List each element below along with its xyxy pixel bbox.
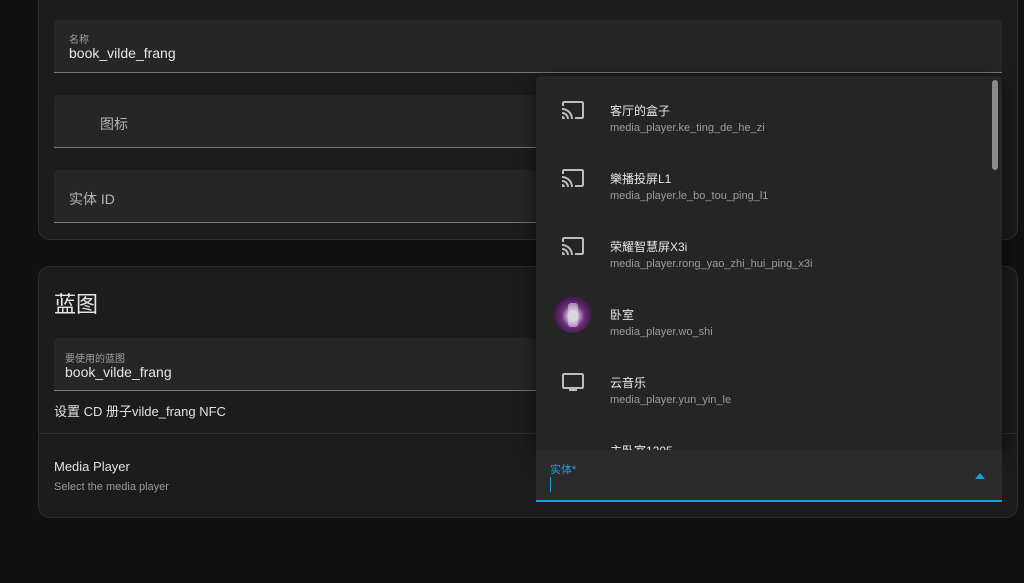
option-entity-id: media_player.le_bo_tou_ping_l1	[610, 190, 769, 202]
blueprint-select-value: book_vilde_frang	[65, 364, 172, 380]
entity-input-label: 实体*	[550, 464, 577, 476]
dropdown-option[interactable]: 云音乐 media_player.yun_yin_le	[536, 348, 988, 416]
cast-icon	[554, 159, 592, 197]
dropdown-option[interactable]: 樂播投屏L1 media_player.le_bo_tou_ping_l1	[536, 144, 988, 212]
media-player-subtitle: Select the media player	[54, 481, 169, 493]
entity-search-input[interactable]: 实体*	[536, 450, 1002, 502]
icon-field[interactable]: 图标	[54, 95, 536, 148]
caret-up-icon[interactable]	[973, 469, 987, 483]
name-field-value[interactable]: book_vilde_frang	[69, 45, 176, 61]
option-name: 主卧室1205	[610, 442, 673, 450]
option-name: 客厅的盒子	[610, 104, 671, 118]
blueprint-select[interactable]: 要使用的蓝图 book_vilde_frang	[54, 338, 536, 391]
text-caret	[550, 477, 551, 492]
option-name: 卧室	[610, 308, 635, 322]
dropdown-option[interactable]: 荣耀智慧屏X3i media_player.rong_yao_zhi_hui_p…	[536, 212, 988, 280]
cast-icon	[554, 91, 592, 129]
option-name: 荣耀智慧屏X3i	[610, 240, 688, 254]
option-entity-id: media_player.ke_ting_de_he_zi	[610, 122, 765, 134]
option-name: 云音乐	[610, 376, 647, 390]
blueprint-title: 蓝图	[54, 292, 99, 317]
dropdown-option[interactable]: 主卧室1205	[536, 416, 988, 450]
option-entity-id: media_player.wo_shi	[610, 326, 713, 338]
blueprint-select-label: 要使用的蓝图	[65, 354, 125, 365]
media-player-title: Media Player	[54, 459, 130, 474]
option-entity-id: media_player.yun_yin_le	[610, 394, 732, 406]
partial-icon	[554, 431, 592, 450]
scrollbar-thumb[interactable]	[992, 80, 998, 170]
blueprint-description: 设置 CD 册子vilde_frang NFC	[54, 404, 226, 419]
dropdown-option[interactable]: 卧室 media_player.wo_shi	[536, 280, 988, 348]
cast-icon	[554, 227, 592, 265]
entity-dropdown-list: 客厅的盒子 media_player.ke_ting_de_he_zi 樂播投屏…	[536, 76, 1002, 450]
entity-id-placeholder: 实体 ID	[69, 191, 115, 207]
name-field-label: 名称	[69, 35, 89, 46]
entity-id-field[interactable]: 实体 ID	[54, 170, 536, 223]
name-field[interactable]: 名称 book_vilde_frang	[54, 20, 1002, 73]
tv-icon	[554, 363, 592, 401]
album-avatar	[554, 295, 592, 333]
icon-field-placeholder: 图标	[100, 116, 128, 132]
option-entity-id: media_player.rong_yao_zhi_hui_ping_x3i	[610, 258, 813, 270]
dropdown-option[interactable]: 客厅的盒子 media_player.ke_ting_de_he_zi	[536, 76, 988, 144]
option-name: 樂播投屏L1	[610, 172, 672, 186]
